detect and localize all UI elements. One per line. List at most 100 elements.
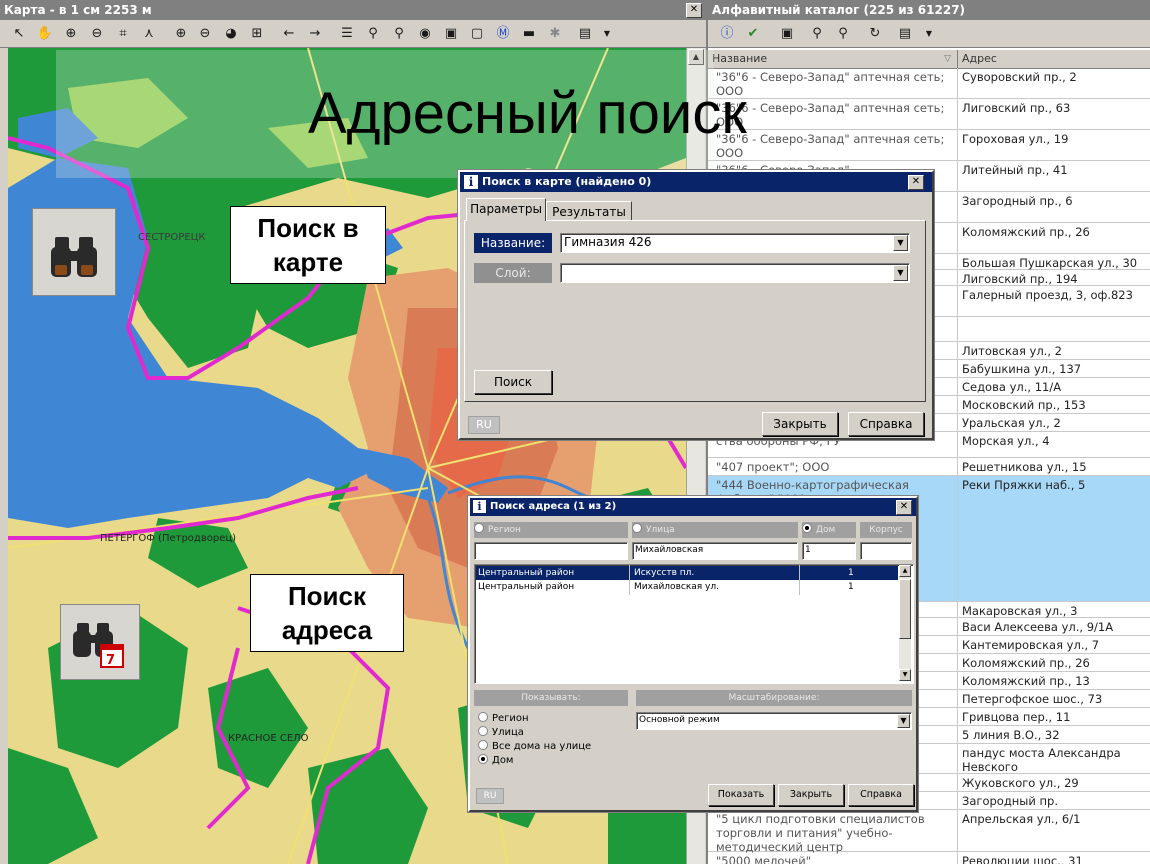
pointer-icon[interactable]: ↖ (10, 25, 28, 43)
radio-all-houses[interactable]: Все дома на улице (478, 740, 591, 752)
cell-address: Большая Пушкарская ул., 30 (962, 256, 1138, 270)
chevron-down-icon[interactable]: ▼ (897, 714, 910, 728)
catalog-title-bar: Алфавитный каталог (225 из 61227) (708, 0, 1150, 20)
cell-address: Апрельская ул., 6/1 (962, 812, 1081, 826)
print-icon[interactable]: ▤ (896, 25, 914, 43)
map-search-close-icon[interactable]: ✕ (908, 175, 924, 190)
tab-parameters[interactable]: Параметры (466, 198, 546, 221)
street-input[interactable]: Михайловская (632, 542, 798, 560)
table-row[interactable]: "36"6 - Северо-Запад" аптечная сеть; ООО… (708, 130, 1150, 161)
camera-icon[interactable]: ▣ (442, 25, 460, 43)
column-divider (957, 161, 958, 191)
column-divider (957, 99, 958, 129)
window-icon[interactable]: ▣ (778, 25, 796, 43)
cell-name: "36"6 - Северо-Запад" аптечная сеть; ООО (716, 132, 945, 160)
help-button[interactable]: Справка (848, 412, 924, 436)
map-label-peterhof: ПЕТЕРГОФ (Петродворец) (100, 533, 236, 544)
svg-text:7: 7 (106, 653, 115, 668)
chevron-down-icon[interactable]: ▼ (893, 235, 908, 251)
region-input[interactable] (474, 542, 628, 560)
map-label-krasnoe: КРАСНОЕ СЕЛО (228, 733, 309, 744)
column-divider (957, 852, 958, 864)
scroll-down-icon[interactable]: ▼ (899, 669, 911, 681)
hand-icon[interactable]: ✋ (36, 25, 54, 43)
map-search-title: Поиск в карте (найдено 0) (482, 175, 652, 188)
globe-icon[interactable]: ◕ (222, 25, 240, 43)
result-row[interactable]: Центральный район Михайловская ул. 1 (476, 580, 898, 594)
cell-address: Галерный проезд, 3, оф.823 (962, 288, 1133, 302)
scale-down-icon[interactable]: ⊖ (196, 25, 214, 43)
column-header-name[interactable]: Название ▽ (708, 50, 958, 68)
table-row[interactable]: "5000 мелочей" Революции шос., 31 (708, 852, 1150, 864)
table-row[interactable]: "36"6 - Северо-Запад" аптечная сеть; ООО… (708, 99, 1150, 130)
column-divider (957, 342, 958, 359)
column-divider (957, 432, 958, 457)
scroll-up-icon[interactable]: ▲ (899, 565, 911, 577)
header-street[interactable]: Улица (632, 522, 798, 538)
info-icon[interactable]: ⓘ (718, 25, 736, 43)
table-row[interactable]: "407 проект"; ООО Решетникова ул., 15 (708, 458, 1150, 476)
scale-up-icon[interactable]: ⊕ (172, 25, 190, 43)
close-button[interactable]: Закрыть (762, 412, 838, 436)
cell-address: Седова ул., 11/А (962, 380, 1062, 394)
show-label: Показывать: (474, 690, 628, 706)
filter-icon[interactable]: ⚲ (834, 25, 852, 43)
header-region[interactable]: Регион (474, 522, 628, 538)
cell-address: Загородный пр., 6 (962, 194, 1073, 208)
info-icon: i (464, 175, 478, 189)
check-icon[interactable]: ✔ (744, 25, 762, 43)
cell-name: "5 цикл подготовки специалистов торговли… (716, 812, 925, 854)
tab-results[interactable]: Результаты (546, 201, 632, 221)
refresh-icon[interactable]: ↻ (866, 25, 884, 43)
m-icon[interactable]: Ⓜ (494, 25, 512, 43)
language-indicator: RU (476, 788, 504, 804)
column-divider (957, 317, 958, 341)
search-button[interactable]: Поиск (474, 370, 552, 394)
result-row[interactable]: Центральный район Искусств пл. 1 (476, 566, 898, 580)
column-header-address[interactable]: Адрес (958, 50, 1150, 68)
table-row[interactable]: "36"6 - Северо-Запад" аптечная сеть; ООО… (708, 68, 1150, 99)
print-icon[interactable]: ▤ (576, 25, 594, 43)
help-button[interactable]: Справка (848, 784, 914, 806)
chevron-down-icon[interactable]: ▼ (893, 265, 908, 281)
scale-select[interactable]: Основной режим ▼ (636, 712, 912, 730)
show-button[interactable]: Показать (708, 784, 774, 806)
name-input[interactable]: Гимназия 426 ▼ (560, 233, 910, 253)
results-list[interactable]: Центральный район Искусств пл. 1 Централ… (474, 564, 914, 684)
house-input[interactable]: 1 (802, 542, 856, 560)
layer-select[interactable]: ▼ (560, 263, 910, 283)
measure-icon[interactable]: ⌗ (114, 25, 132, 43)
binoculars-icon[interactable]: ⚲ (364, 25, 382, 43)
building-input[interactable] (860, 542, 912, 560)
zoom-out-icon[interactable]: ⊖ (88, 25, 106, 43)
zoom-in-icon[interactable]: ⊕ (62, 25, 80, 43)
scroll-thumb[interactable] (899, 579, 911, 639)
results-scrollbar[interactable]: ▲ ▼ (899, 565, 911, 681)
radio-house[interactable]: Дом (478, 754, 513, 766)
map-close-button[interactable]: ✕ (686, 3, 702, 18)
table-row[interactable]: "5 цикл подготовки специалистов торговли… (708, 810, 1150, 854)
back-icon[interactable]: ← (280, 25, 298, 43)
compass-icon[interactable]: ⋏ (140, 25, 158, 43)
column-divider (957, 726, 958, 743)
layers-icon[interactable]: ☰ (338, 25, 356, 43)
route-icon[interactable]: ◉ (416, 25, 434, 43)
radio-street[interactable]: Улица (478, 726, 524, 738)
ruler-icon[interactable]: ▬ (520, 25, 538, 43)
grid-icon[interactable]: ⊞ (248, 25, 266, 43)
binoculars-icon[interactable]: ⚲ (808, 25, 826, 43)
radio-region[interactable]: Регион (478, 712, 529, 724)
cell-address: Гривцова пер., 11 (962, 710, 1071, 724)
address-search-icon[interactable]: ⚲ (390, 25, 408, 43)
close-button[interactable]: Закрыть (778, 784, 844, 806)
chevron-down-icon[interactable]: ▼ (920, 25, 938, 43)
header-house[interactable]: Дом (802, 522, 856, 538)
address-close-icon[interactable]: ✕ (896, 500, 912, 515)
column-divider (957, 672, 958, 689)
map-label-sestroretsk: СЕСТРОРЕЦК (138, 232, 206, 243)
language-indicator: RU (468, 416, 500, 434)
window-icon[interactable]: ▢ (468, 25, 486, 43)
column-divider (957, 792, 958, 809)
forward-icon[interactable]: → (306, 25, 324, 43)
chevron-down-icon[interactable]: ▼ (598, 25, 616, 43)
